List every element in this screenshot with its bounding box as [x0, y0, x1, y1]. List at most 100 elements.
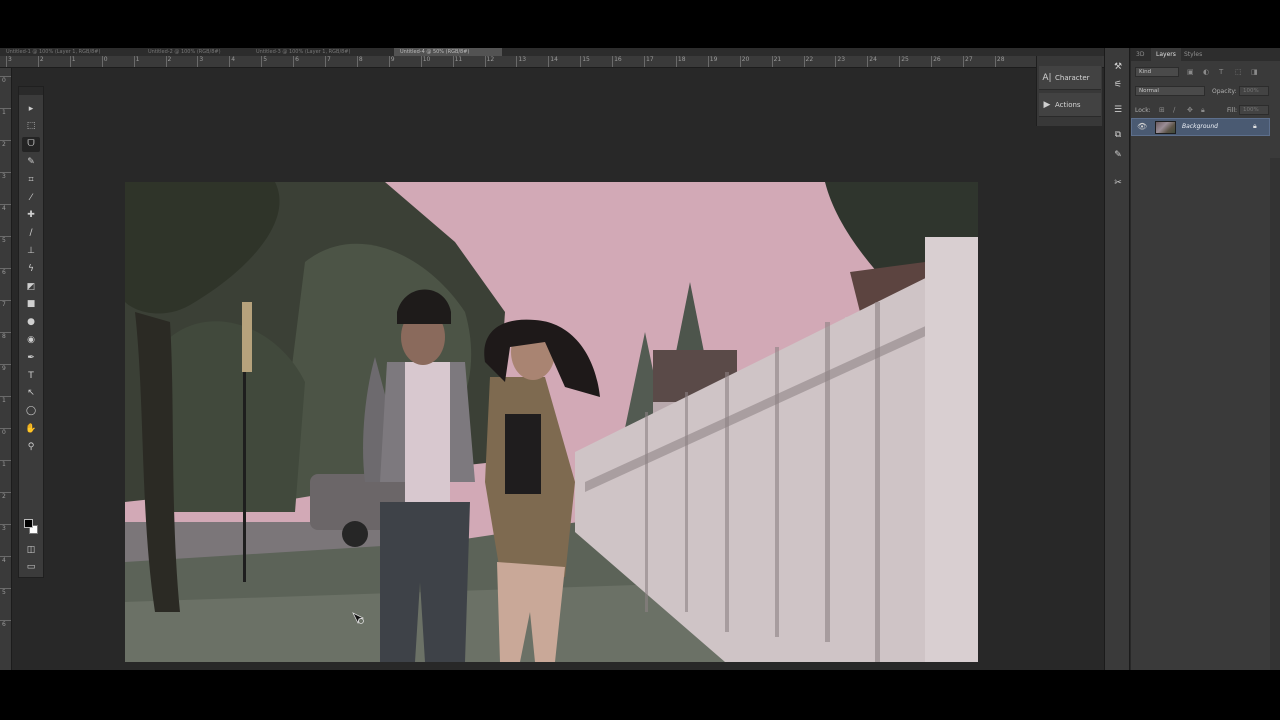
ruler-tick-label: 13: [518, 56, 527, 63]
history-brush-tool-icon[interactable]: ϟ: [22, 261, 40, 276]
photoshop-window: Untitled-1 @ 100% (Layer 1, RGB/8#) Unti…: [0, 48, 1280, 670]
history-icon[interactable]: ⚒: [1110, 60, 1126, 74]
paths-icon[interactable]: ✎: [1110, 148, 1126, 162]
tool-presets-icon[interactable]: ✂: [1110, 176, 1126, 190]
eraser-tool-icon[interactable]: ◩: [22, 279, 40, 294]
ruler-tick-label: 2: [2, 493, 6, 500]
ruler-tick-label: 7: [327, 56, 331, 63]
eyedropper-tool-icon[interactable]: ⁄: [22, 190, 40, 205]
blend-row: Normal Opacity: 100%: [1131, 83, 1280, 101]
tab-3d[interactable]: 3D: [1131, 48, 1149, 61]
filter-shape-icon[interactable]: ⬚: [1235, 68, 1242, 76]
lasso-tool-icon[interactable]: ᗜ: [22, 136, 40, 152]
document-tab-active[interactable]: Untitled-4 @ 50% (RGB/8#): [394, 48, 502, 56]
ruler-tick-mark: [0, 76, 11, 77]
document-image[interactable]: [125, 182, 978, 662]
character-panel-button[interactable]: A| Character: [1039, 66, 1101, 90]
ruler-tick-mark: [644, 56, 645, 67]
shape-tool-icon[interactable]: ◯: [22, 404, 40, 419]
document-tab[interactable]: Untitled-3 @ 100% (Layer 1, RGB/8#): [250, 48, 390, 56]
ruler-tick-mark: [0, 364, 11, 365]
healing-brush-tool-icon[interactable]: ✚: [22, 208, 40, 223]
tab-layers[interactable]: Layers: [1151, 48, 1181, 61]
type-tool-icon[interactable]: T: [22, 368, 40, 383]
path-select-tool-icon[interactable]: ↖: [22, 386, 40, 401]
opacity-input[interactable]: 100%: [1239, 86, 1269, 96]
ruler-tick-mark: [931, 56, 933, 67]
panel-icon-column: ⚒ ⚟ ☰ ⧉ ✎ ✂: [1104, 48, 1130, 670]
layer-lock-icon: 🔒︎: [1253, 122, 1257, 130]
fill-value: 100%: [1243, 107, 1259, 113]
ruler-tick-label: 1: [2, 461, 6, 468]
ruler-tick-mark: [133, 56, 135, 67]
collapsed-panels-dock: A| Character ▶ Actions: [1036, 56, 1102, 126]
fill-input[interactable]: 100%: [1239, 105, 1269, 115]
layers-panel-tabs: 3D Layers Styles: [1131, 48, 1280, 61]
tab-styles[interactable]: Styles: [1179, 48, 1207, 61]
properties-icon[interactable]: ☰: [1110, 103, 1126, 117]
kind-filter-value: Kind: [1139, 69, 1152, 75]
character-label: Character: [1055, 73, 1090, 82]
ruler-tick-mark: [739, 56, 741, 67]
zoom-tool-icon[interactable]: ⚲: [22, 439, 40, 454]
ruler-tick-label: 25: [901, 56, 909, 63]
ruler-tick-label: 1: [71, 56, 76, 63]
vertical-ruler[interactable]: 012345678910123456: [0, 68, 12, 670]
kind-filter-select[interactable]: Kind: [1135, 67, 1179, 77]
layer-row-background[interactable]: 👁︎ Background 🔒︎: [1131, 118, 1270, 136]
ruler-tick-label: 2: [2, 141, 6, 148]
lock-image-icon[interactable]: ∕: [1173, 106, 1175, 114]
lock-all-icon[interactable]: 🔒︎: [1201, 106, 1205, 115]
document-tab-bar: Untitled-1 @ 100% (Layer 1, RGB/8#) Unti…: [0, 48, 1104, 56]
ruler-tick-label: 0: [2, 77, 6, 84]
ruler-tick-label: 23: [837, 56, 846, 63]
ruler-tick-label: 10: [422, 56, 431, 63]
ruler-tick-mark: [0, 332, 11, 333]
ruler-tick-mark: [867, 56, 869, 67]
foreground-color-swatch[interactable]: [24, 519, 33, 528]
horizontal-ruler[interactable]: 3 2 1 0 1 2 3 4 5 6 7 8 9 10 11 12 13 14 15 16 17 18 19 20 21 22 2…: [0, 56, 1104, 68]
ruler-tick-mark: [165, 56, 167, 67]
document-tab[interactable]: Untitled-1 @ 100% (Layer 1, RGB/8#): [0, 48, 140, 56]
ruler-tick-mark: [101, 56, 103, 67]
actions-panel-button[interactable]: ▶ Actions: [1039, 93, 1101, 117]
ruler-tick-label: 3: [8, 56, 12, 63]
adjustments-icon[interactable]: ⚟: [1110, 78, 1126, 92]
quick-mask-icon[interactable]: ◫: [22, 542, 40, 557]
ruler-tick-label: 16: [614, 56, 622, 63]
quick-select-tool-icon[interactable]: ✎: [22, 154, 40, 169]
ruler-tick-mark: [0, 428, 11, 429]
lock-transparent-icon[interactable]: ⊞: [1159, 106, 1165, 114]
marquee-tool-icon[interactable]: ⬚: [22, 119, 40, 134]
filter-pixel-icon[interactable]: ▣: [1187, 68, 1194, 76]
tools-panel-header[interactable]: [19, 87, 43, 95]
layer-name[interactable]: Background: [1182, 123, 1218, 130]
play-icon: ▶: [1043, 99, 1051, 110]
filter-adjustment-icon[interactable]: ◐: [1203, 68, 1209, 76]
ruler-tick-label: 8: [358, 56, 363, 63]
screen-mode-icon[interactable]: ▭: [22, 559, 40, 574]
document-tab[interactable]: Untitled-2 @ 100% (RGB/8#): [142, 48, 248, 56]
gradient-tool-icon[interactable]: ■: [22, 297, 40, 312]
ruler-tick-mark: [293, 56, 295, 67]
ruler-tick-mark: [0, 172, 11, 173]
blur-tool-icon[interactable]: ●: [22, 315, 40, 330]
ruler-tick-mark: [0, 556, 11, 557]
filter-type-icon[interactable]: T: [1219, 68, 1223, 76]
crop-tool-icon[interactable]: ⌗: [22, 172, 40, 187]
ruler-tick-label: 2: [39, 56, 44, 63]
visibility-eye-icon[interactable]: 👁︎: [1137, 122, 1147, 131]
filter-smart-icon[interactable]: ◨: [1251, 68, 1258, 76]
channels-icon[interactable]: ⧉: [1110, 128, 1126, 142]
pen-tool-icon[interactable]: ✒: [22, 350, 40, 365]
ruler-tick-mark: [388, 56, 390, 67]
lock-position-icon[interactable]: ✥: [1187, 106, 1193, 114]
blend-mode-select[interactable]: Normal: [1135, 86, 1205, 96]
ruler-tick-label: 1: [135, 56, 140, 63]
brush-tool-icon[interactable]: ∕: [22, 226, 40, 241]
layers-scrollbar[interactable]: [1270, 158, 1280, 670]
clone-stamp-tool-icon[interactable]: ⊥: [22, 243, 40, 258]
hand-tool-icon[interactable]: ✋: [22, 421, 40, 436]
move-tool-icon[interactable]: ▸: [22, 101, 40, 116]
dodge-tool-icon[interactable]: ◉: [22, 332, 40, 347]
